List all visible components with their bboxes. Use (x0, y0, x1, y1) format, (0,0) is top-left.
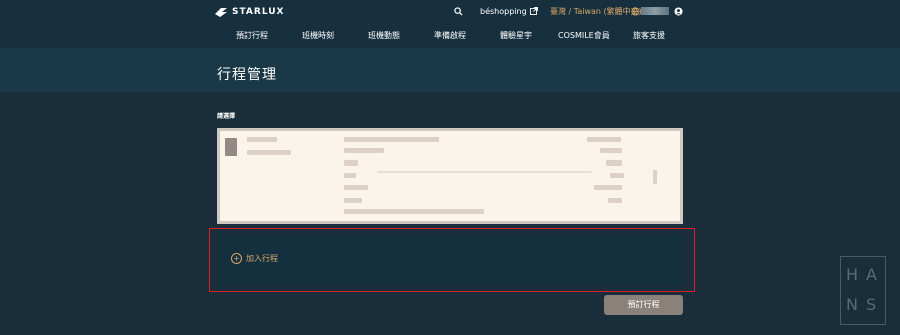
route-line (377, 171, 592, 173)
redacted-text (344, 137, 439, 142)
language-selector[interactable]: 臺灣 / Taiwan (繁體中文) (550, 4, 642, 18)
redacted-text (610, 173, 624, 178)
add-trip-label: 加入行程 (246, 254, 278, 263)
language-label: 臺灣 / Taiwan (繁體中文) (550, 6, 642, 16)
redacted-text (344, 160, 358, 166)
title-band (0, 48, 900, 92)
redacted-text (344, 209, 484, 214)
beshopping-link[interactable]: béshopping (480, 4, 538, 18)
brand-name: STARLUX (232, 7, 285, 17)
user-icon[interactable] (674, 4, 683, 18)
nav-item-support[interactable]: 旅客支援 (633, 30, 665, 41)
search-icon[interactable] (454, 4, 463, 18)
airline-icon (225, 138, 237, 156)
redacted-text (606, 160, 622, 166)
watermark-letter: A (866, 265, 877, 284)
site-header: STARLUX béshopping 臺灣 / Taiwan (繁體中文) 預訂… (0, 0, 900, 48)
section-label: 請選擇 (217, 113, 236, 120)
nav-item-flight-status[interactable]: 班機動態 (368, 30, 400, 41)
redacted-text (344, 173, 356, 178)
watermark-letter: N (846, 295, 858, 314)
redacted-text (344, 148, 384, 153)
book-trip-button[interactable]: 預訂行程 (604, 295, 683, 315)
highlight-box (209, 228, 695, 292)
redacted-text (653, 170, 657, 184)
page-title: 行程管理 (217, 67, 277, 83)
beshopping-label: béshopping (480, 6, 527, 16)
main-nav: 預訂行程 班機時刻 班機動態 準備啟程 體驗星宇 COSMILE會員 旅客支援 (0, 25, 900, 45)
redacted-text (344, 185, 368, 190)
redacted-text (587, 137, 621, 142)
redacted-text (247, 150, 291, 155)
external-link-icon (529, 7, 538, 15)
watermark-letter: H (846, 265, 859, 284)
nav-item-cosmile[interactable]: COSMILE會員 (558, 30, 610, 41)
redacted-text (247, 137, 277, 142)
add-trip-button[interactable]: + 加入行程 (231, 253, 278, 264)
redacted-text (344, 198, 362, 203)
redacted-text (594, 185, 622, 190)
redacted-text (608, 198, 622, 203)
redacted-text (600, 148, 622, 153)
nav-item-prepare[interactable]: 準備啟程 (434, 30, 466, 41)
currency-icon[interactable] (631, 4, 640, 18)
nav-item-timetable[interactable]: 班機時刻 (302, 30, 334, 41)
starlux-logo-icon (215, 8, 227, 17)
redacted-block (641, 7, 669, 15)
starlux-logo[interactable]: STARLUX (214, 5, 284, 19)
member-name-redacted[interactable] (641, 4, 669, 18)
watermark-letter: S (866, 295, 877, 314)
trip-card[interactable] (217, 128, 683, 224)
plus-circle-icon: + (231, 253, 242, 264)
nav-item-experience[interactable]: 體驗星宇 (500, 30, 532, 41)
nav-item-booking[interactable]: 預訂行程 (236, 30, 268, 41)
hans-watermark: H A N S (840, 256, 886, 325)
